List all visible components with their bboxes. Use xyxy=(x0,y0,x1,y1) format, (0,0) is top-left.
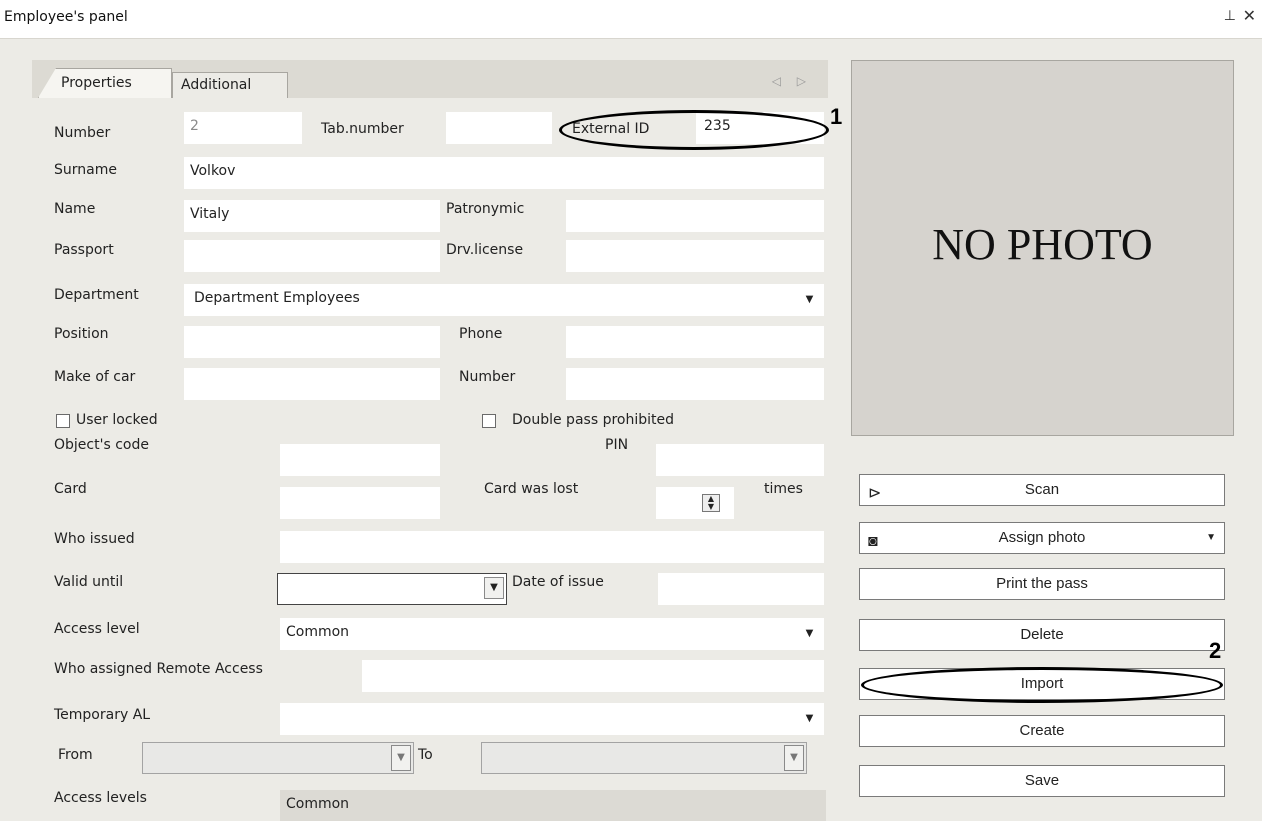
pin-field[interactable] xyxy=(656,444,824,476)
to-label: To xyxy=(418,747,433,763)
make-of-car-label: Make of car xyxy=(54,369,136,385)
create-button[interactable]: Create xyxy=(859,715,1225,747)
date-of-issue-field[interactable] xyxy=(658,573,824,605)
close-icon[interactable]: ✕ xyxy=(1243,6,1256,25)
double-pass-label: Double pass prohibited xyxy=(512,412,674,428)
passport-label: Passport xyxy=(54,242,114,258)
photo-area: NO PHOTO xyxy=(851,60,1234,436)
surname-field[interactable]: Volkov xyxy=(184,157,824,189)
chevron-down-icon[interactable]: ▼ xyxy=(801,291,818,308)
from-label: From xyxy=(58,747,93,763)
camera-icon: ◙ xyxy=(868,533,878,550)
phone-label: Phone xyxy=(459,326,503,342)
tab-additional[interactable]: Additional xyxy=(172,72,288,98)
car-number-field[interactable] xyxy=(566,368,824,400)
make-of-car-field[interactable] xyxy=(184,368,440,400)
access-levels-list[interactable]: Common xyxy=(280,790,826,821)
chevron-down-icon[interactable]: ▼ xyxy=(1206,523,1216,553)
card-label: Card xyxy=(54,481,87,497)
no-photo-text: NO PHOTO xyxy=(932,220,1153,269)
department-value: Department Employees xyxy=(194,290,360,306)
calendar-dropdown-icon[interactable]: ▼ xyxy=(484,577,504,599)
save-button[interactable]: Save xyxy=(859,765,1225,797)
car-number-label: Number xyxy=(459,369,516,385)
scan-label: Scan xyxy=(1024,481,1060,498)
surname-label: Surname xyxy=(54,162,117,178)
card-lost-label: Card was lost xyxy=(484,481,579,497)
position-label: Position xyxy=(54,326,109,342)
drv-license-field[interactable] xyxy=(566,240,824,272)
valid-until-field[interactable]: ▼ xyxy=(277,573,507,605)
department-label: Department xyxy=(54,287,139,303)
temporary-al-select[interactable]: ▼ xyxy=(280,703,824,735)
annotation-number-2: 2 xyxy=(1209,638,1222,663)
who-issued-label: Who issued xyxy=(54,531,135,547)
name-label: Name xyxy=(54,201,96,217)
user-locked-checkbox[interactable] xyxy=(56,414,70,428)
objects-code-label: Object's code xyxy=(54,437,149,453)
date-of-issue-label: Date of issue xyxy=(512,574,604,590)
tab-number-label: Tab.number xyxy=(321,121,404,137)
position-field[interactable] xyxy=(184,326,440,358)
pin-icon[interactable]: ⊥ xyxy=(1224,8,1236,24)
print-pass-button[interactable]: Print the pass xyxy=(859,568,1225,600)
title-bar: Employee's panel ⊥ ✕ xyxy=(0,0,1262,39)
user-locked-label: User locked xyxy=(76,412,158,428)
card-field[interactable] xyxy=(280,487,440,519)
chevron-down-icon[interactable]: ▼ xyxy=(801,710,818,727)
number-label: Number xyxy=(54,125,111,141)
assign-photo-button[interactable]: ◙ Assign photo ▼ xyxy=(859,522,1225,554)
objects-code-field[interactable] xyxy=(280,444,440,476)
from-field[interactable]: ▼ xyxy=(142,742,414,774)
scan-button[interactable]: ⊳ Scan xyxy=(859,474,1225,506)
access-level-value: Common xyxy=(286,624,350,640)
card-lost-field[interactable]: ▲ ▼ xyxy=(656,487,734,519)
to-dropdown-icon[interactable]: ▼ xyxy=(784,745,804,771)
drv-license-label: Drv.license xyxy=(446,242,524,258)
tab-scroll-arrows-icon[interactable]: ◁ ▷ xyxy=(772,74,812,88)
access-levels-value: Common xyxy=(286,796,350,812)
pin-label: PIN xyxy=(605,437,629,453)
annotation-oval-2 xyxy=(861,667,1223,703)
to-field[interactable]: ▼ xyxy=(481,742,807,774)
access-levels-label: Access levels xyxy=(54,790,147,806)
department-select[interactable]: Department Employees ▼ xyxy=(184,284,824,316)
assign-photo-label: Assign photo xyxy=(998,529,1086,546)
temporary-al-label: Temporary AL xyxy=(54,707,151,723)
valid-until-label: Valid until xyxy=(54,574,124,590)
patronymic-field[interactable] xyxy=(566,200,824,232)
number-field[interactable]: 2 xyxy=(184,112,302,144)
delete-button[interactable]: Delete xyxy=(859,619,1225,651)
tab-number-field[interactable] xyxy=(446,112,552,144)
access-level-label: Access level xyxy=(54,621,140,637)
from-dropdown-icon[interactable]: ▼ xyxy=(391,745,411,771)
annotation-oval-1 xyxy=(559,110,829,150)
double-pass-checkbox[interactable] xyxy=(482,414,496,428)
spinner-icon[interactable]: ▲ ▼ xyxy=(702,494,720,512)
phone-field[interactable] xyxy=(566,326,824,358)
passport-field[interactable] xyxy=(184,240,440,272)
access-level-select[interactable]: Common ▼ xyxy=(280,618,824,650)
remote-access-label: Who assigned Remote Access xyxy=(54,661,263,677)
patronymic-label: Patronymic xyxy=(446,201,525,217)
card-lost-unit: times xyxy=(764,481,803,497)
name-field[interactable]: Vitaly xyxy=(184,200,440,232)
tab-properties[interactable]: Properties xyxy=(38,68,172,98)
chevron-down-icon[interactable]: ▼ xyxy=(801,625,818,642)
who-issued-field[interactable] xyxy=(280,531,824,563)
window-title: Employee's panel xyxy=(4,9,128,25)
scanner-icon: ⊳ xyxy=(868,485,882,502)
annotation-number-1: 1 xyxy=(830,104,843,129)
remote-access-field[interactable] xyxy=(362,660,824,692)
tab-bar: Properties Additional ◁ ▷ xyxy=(32,60,828,98)
